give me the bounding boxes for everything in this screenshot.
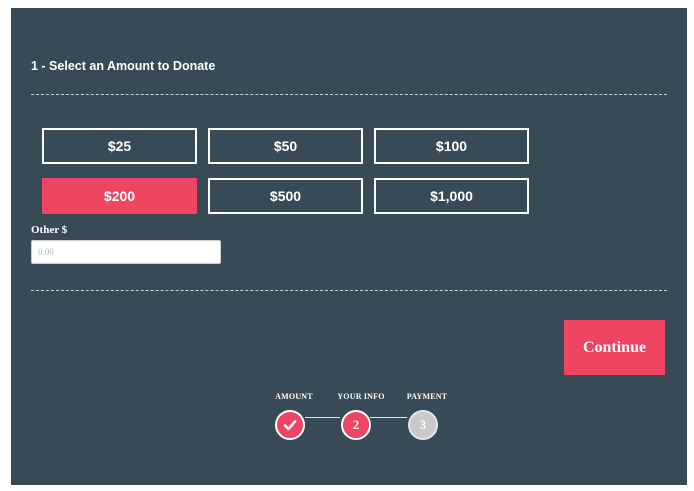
amount-button-500[interactable]: $500 bbox=[208, 178, 363, 214]
step-your-info-active: 2 bbox=[341, 410, 371, 440]
other-amount-label: Other $ bbox=[31, 224, 68, 236]
step-title: 1 - Select an Amount to Donate bbox=[31, 59, 216, 73]
amount-button-200[interactable]: $200 bbox=[42, 178, 197, 214]
amount-button-50[interactable]: $50 bbox=[208, 128, 363, 164]
amount-button-1000[interactable]: $1,000 bbox=[374, 178, 529, 214]
continue-button[interactable]: Continue bbox=[564, 320, 665, 375]
amount-button-100[interactable]: $100 bbox=[374, 128, 529, 164]
step-payment-pending: 3 bbox=[408, 410, 438, 440]
amount-button-25[interactable]: $25 bbox=[42, 128, 197, 164]
step-label-amount: AMOUNT bbox=[275, 392, 313, 401]
step-label-payment: PAYMENT bbox=[406, 392, 448, 401]
stepper-connector bbox=[370, 417, 407, 418]
step-label-your-info: YOUR INFO bbox=[337, 392, 385, 401]
other-amount-input[interactable] bbox=[31, 240, 221, 264]
stepper-connector bbox=[305, 417, 340, 418]
step-amount-complete bbox=[275, 410, 305, 440]
checkmark-icon bbox=[283, 420, 297, 431]
top-divider bbox=[31, 94, 667, 95]
bottom-divider bbox=[31, 290, 667, 291]
